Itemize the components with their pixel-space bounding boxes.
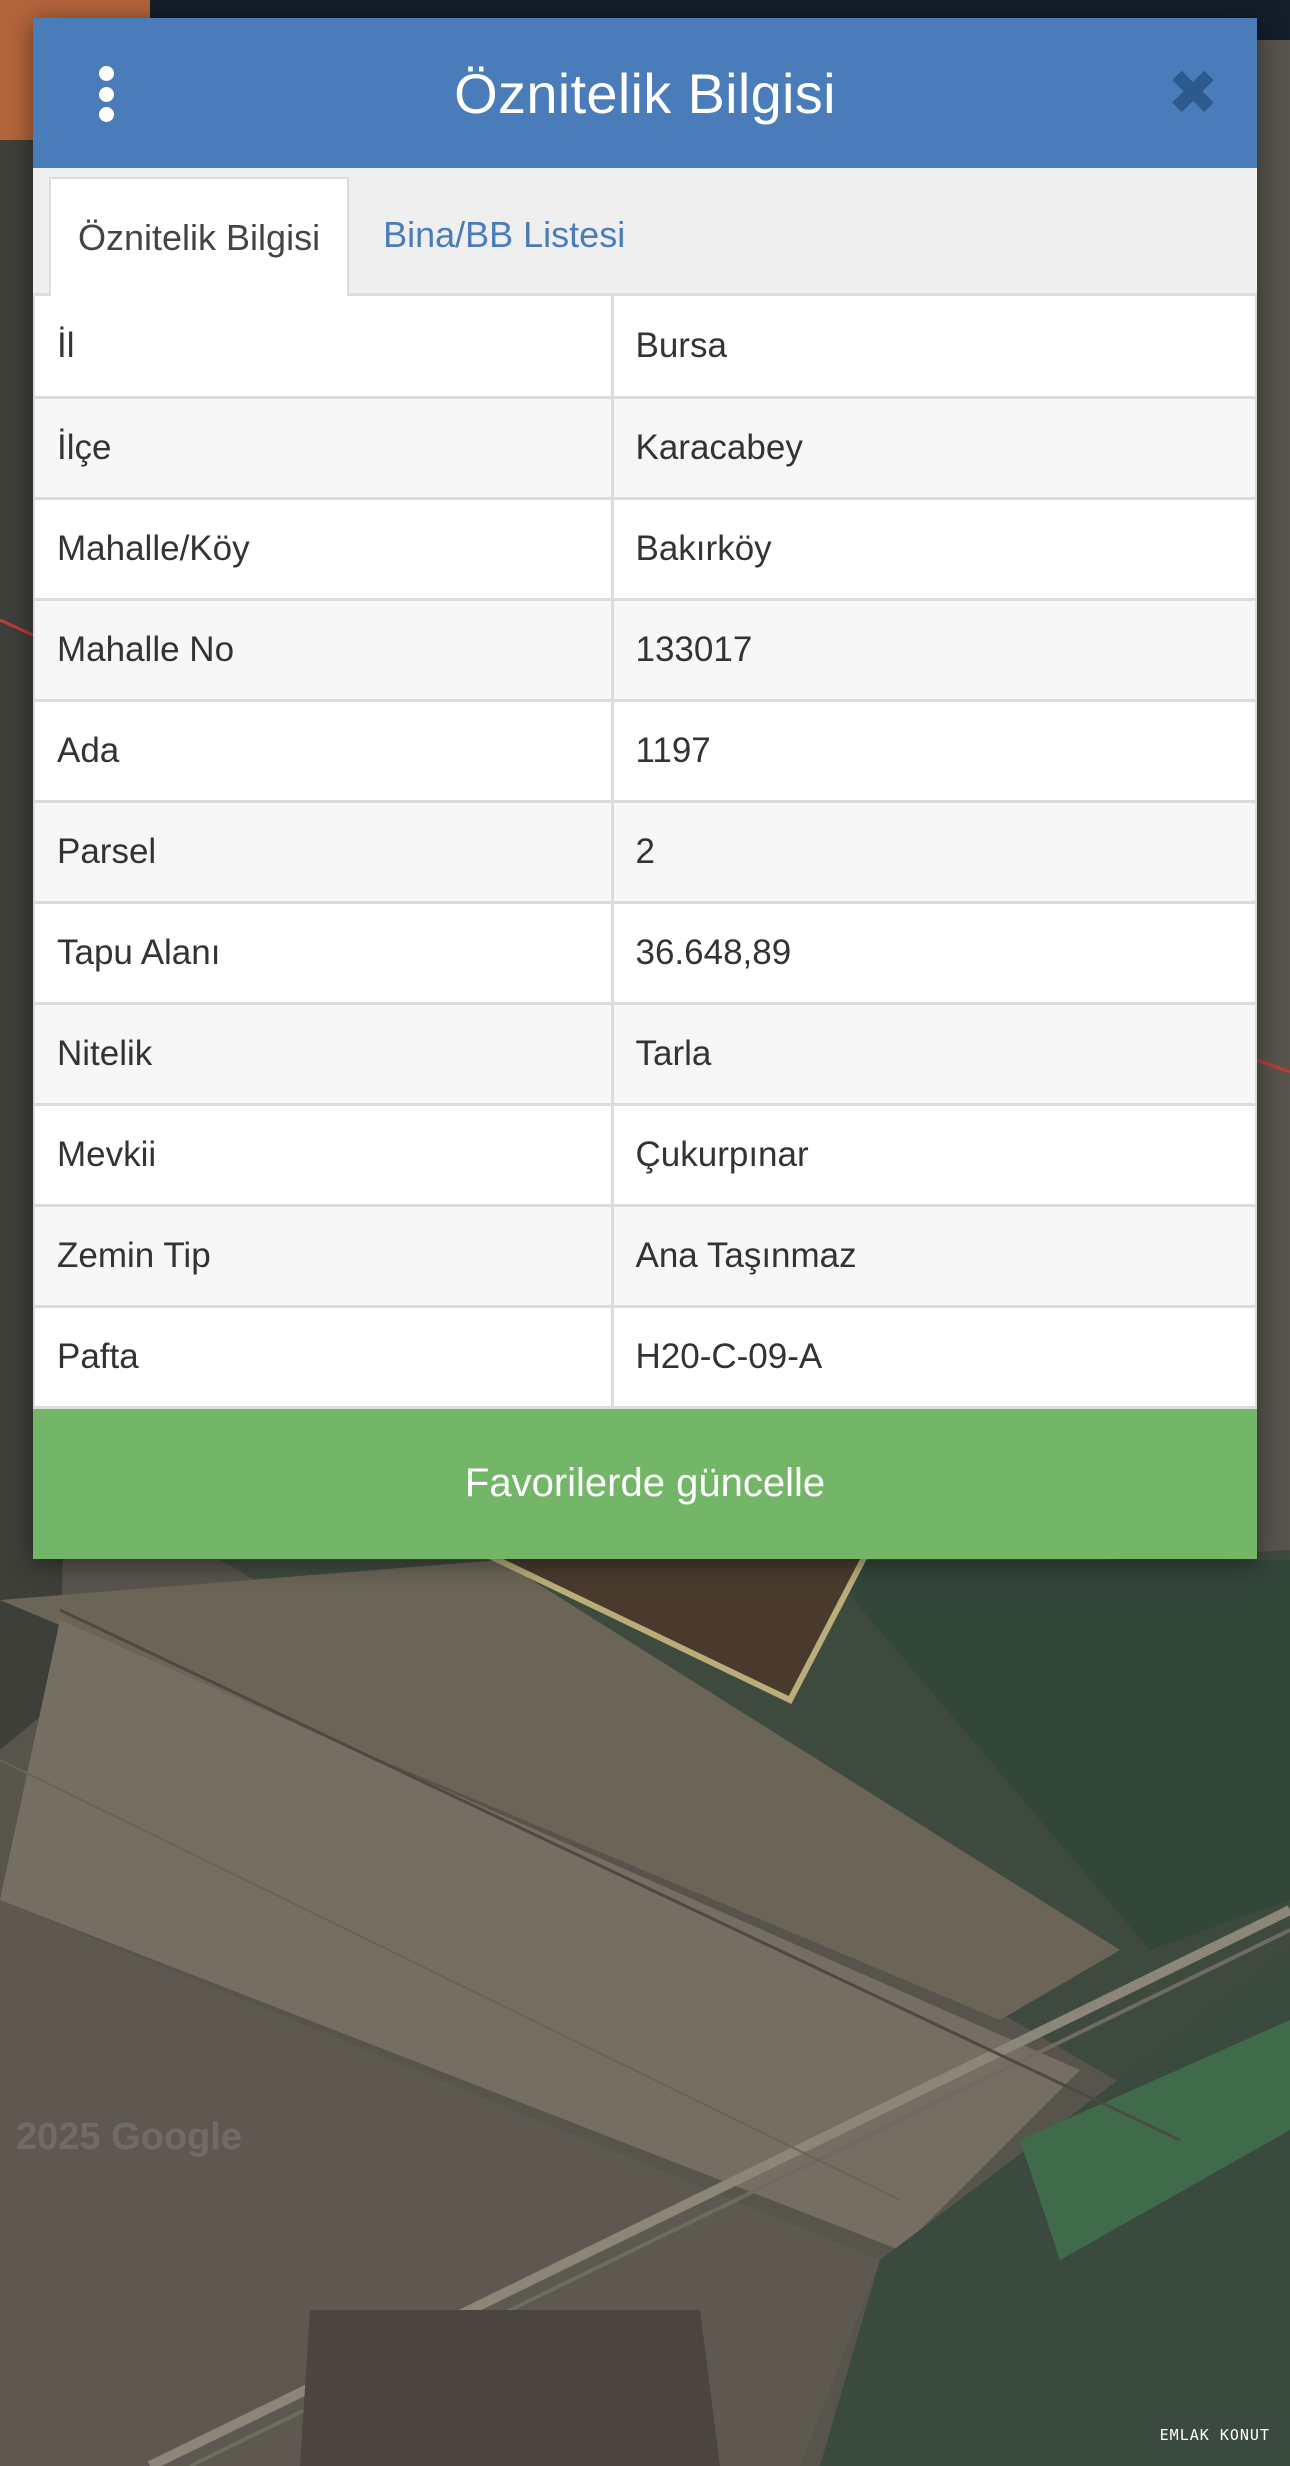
attribute-info-modal: Öznitelik Bilgisi ✖ Öznitelik Bilgisi Bi…	[33, 18, 1257, 1559]
attribute-value: Ana Taşınmaz	[610, 1203, 1257, 1308]
table-row: İlçe Karacabey	[33, 395, 1257, 500]
attribute-key: Mahalle/Köy	[33, 496, 614, 601]
attribute-key: Pafta	[33, 1304, 614, 1409]
attribute-key: Nitelik	[33, 1001, 614, 1106]
attribute-key: İl	[33, 296, 614, 399]
attribute-table: İl Bursa İlçe Karacabey Mahalle/Köy Bakı…	[33, 296, 1257, 1409]
menu-dot	[98, 107, 114, 122]
watermark: EMLAK KONUT	[1159, 2426, 1270, 2444]
close-icon[interactable]: ✖	[1165, 63, 1221, 125]
table-row: Tapu Alanı 36.648,89	[33, 900, 1257, 1005]
table-row: Mahalle No 133017	[33, 597, 1257, 702]
attribute-key: İlçe	[33, 395, 614, 500]
table-row: Mevkii Çukurpınar	[33, 1102, 1257, 1207]
attribute-key: Tapu Alanı	[33, 900, 614, 1005]
vertical-ellipsis-icon[interactable]	[91, 66, 121, 122]
attribute-key: Ada	[33, 698, 614, 803]
table-row: Ada 1197	[33, 698, 1257, 803]
attribute-value: Tarla	[610, 1001, 1257, 1106]
table-row: Nitelik Tarla	[33, 1001, 1257, 1106]
attribute-value: 36.648,89	[610, 900, 1257, 1005]
attribute-value: H20-C-09-A	[610, 1304, 1257, 1409]
modal-header: Öznitelik Bilgisi ✖	[33, 18, 1257, 168]
table-row: Parsel 2	[33, 799, 1257, 904]
tab-attribute-info[interactable]: Öznitelik Bilgisi	[49, 177, 350, 296]
tab-bar: Öznitelik Bilgisi Bina/BB Listesi	[33, 168, 1257, 296]
menu-dot	[98, 86, 114, 102]
attribute-value: 1197	[610, 698, 1257, 803]
attribute-value: Bursa	[610, 296, 1257, 399]
table-row: Mahalle/Köy Bakırköy	[33, 496, 1257, 601]
tab-building-list[interactable]: Bina/BB Listesi	[349, 177, 652, 293]
attribute-value: Çukurpınar	[610, 1102, 1257, 1207]
attribute-value: 2	[610, 799, 1257, 904]
table-row: Zemin Tip Ana Taşınmaz	[33, 1203, 1257, 1308]
attribute-value: Bakırköy	[610, 496, 1257, 601]
attribute-value: Karacabey	[610, 395, 1257, 500]
attribute-key: Parsel	[33, 799, 614, 904]
menu-dot	[98, 66, 114, 81]
attribute-key: Mahalle No	[33, 597, 614, 702]
attribute-key: Mevkii	[33, 1102, 614, 1207]
map-attribution: 2025 Google	[16, 2116, 242, 2158]
update-favorites-button[interactable]: Favorilerde güncelle	[33, 1408, 1257, 1559]
modal-title: Öznitelik Bilgisi	[454, 61, 836, 125]
attribute-key: Zemin Tip	[33, 1203, 614, 1308]
attribute-value: 133017	[610, 597, 1257, 702]
table-row: İl Bursa	[33, 296, 1257, 399]
table-row: Pafta H20-C-09-A	[33, 1304, 1257, 1409]
